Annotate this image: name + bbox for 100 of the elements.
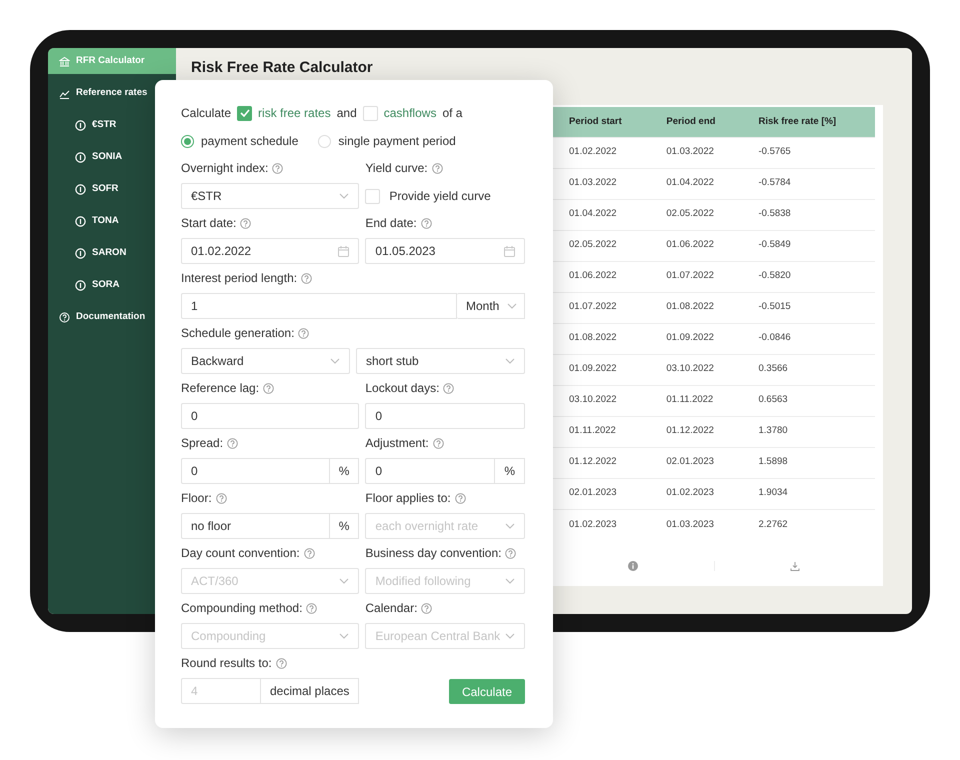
input-field[interactable]: 0 bbox=[181, 403, 360, 429]
sidebar-item[interactable]: SORA bbox=[48, 272, 154, 298]
field-label: Start date: bbox=[181, 215, 236, 232]
table-cell: 0.3566 bbox=[742, 354, 875, 385]
field-label: Schedule generation: bbox=[181, 325, 294, 342]
sidebar-item[interactable]: SARON bbox=[48, 240, 154, 266]
download-icon bbox=[790, 561, 800, 571]
option-label[interactable]: cashflows bbox=[384, 104, 436, 122]
coin-icon bbox=[75, 280, 86, 290]
select-field[interactable]: short stub bbox=[356, 348, 525, 374]
table-cell: -0.5784 bbox=[742, 168, 875, 199]
chevron-icon bbox=[339, 193, 350, 199]
input-field[interactable]: 0 bbox=[365, 458, 496, 484]
chevron-icon bbox=[330, 358, 340, 364]
table-cell: 02.05.2022 bbox=[650, 199, 742, 230]
date-field[interactable]: 01.05.2023 bbox=[365, 238, 525, 264]
unit-select[interactable]: Month bbox=[457, 293, 525, 319]
chevron-icon bbox=[505, 633, 515, 639]
help-icon bbox=[240, 218, 252, 228]
help-icon bbox=[272, 162, 284, 174]
unit-label: decimal places bbox=[261, 678, 360, 704]
input-field[interactable]: 0 bbox=[181, 458, 330, 484]
radio-option[interactable]: payment schedule bbox=[181, 132, 298, 150]
sidebar-item[interactable]: Reference rates bbox=[48, 80, 154, 106]
table-cell: -0.0846 bbox=[742, 323, 875, 354]
help-icon bbox=[432, 438, 444, 448]
checkbox[interactable] bbox=[237, 106, 252, 120]
calendar-icon bbox=[504, 246, 515, 256]
help-icon bbox=[420, 218, 432, 228]
field-label: Calendar: bbox=[365, 600, 418, 617]
intro-text: of a bbox=[442, 105, 462, 122]
chevron-icon bbox=[339, 578, 350, 584]
checkbox-option[interactable]: Provide yield curve bbox=[365, 183, 525, 209]
field-label: Adjustment: bbox=[365, 435, 429, 452]
bank-icon bbox=[59, 56, 70, 66]
table-cell: 01.04.2022 bbox=[650, 168, 742, 199]
table-cell: 01.06.2022 bbox=[650, 230, 742, 261]
sidebar-item[interactable]: Documentation bbox=[48, 304, 154, 330]
help-icon bbox=[216, 492, 227, 504]
coin-icon bbox=[75, 120, 86, 130]
chevron-icon bbox=[505, 523, 515, 529]
table-cell: 01.03.2023 bbox=[650, 509, 742, 540]
date-field[interactable]: 01.02.2022 bbox=[181, 238, 360, 264]
intro-text: Calculate bbox=[181, 105, 232, 122]
help-icon bbox=[227, 438, 238, 448]
sidebar-item[interactable]: SOFR bbox=[48, 176, 154, 202]
field-label: Yield curve: bbox=[365, 160, 428, 177]
table-cell: 01.08.2022 bbox=[650, 292, 742, 323]
column-header: Period start bbox=[553, 107, 650, 137]
column-header: Period end bbox=[650, 107, 742, 137]
chevron-icon bbox=[507, 303, 518, 309]
sidebar-item[interactable]: SONIA bbox=[48, 144, 154, 170]
radio-option[interactable]: single payment period bbox=[318, 132, 456, 150]
help-icon bbox=[59, 312, 70, 322]
chart-line-icon bbox=[59, 88, 70, 98]
help-icon bbox=[301, 272, 312, 284]
column-header: Risk free rate [%] bbox=[742, 107, 875, 137]
unit-label: % bbox=[330, 513, 360, 539]
help-icon bbox=[443, 382, 454, 394]
page-title: Risk Free Rate Calculator bbox=[191, 58, 374, 78]
table-cell: -0.5849 bbox=[742, 230, 875, 261]
table-cell: 1.5898 bbox=[742, 447, 875, 478]
sidebar-item[interactable]: €STR bbox=[48, 112, 154, 138]
help-icon bbox=[276, 658, 287, 668]
option-label[interactable]: risk free rates bbox=[258, 104, 331, 122]
checkmark-icon bbox=[240, 109, 250, 117]
table-cell: -0.5765 bbox=[742, 137, 875, 168]
table-cell: -0.5015 bbox=[742, 292, 875, 323]
help-icon bbox=[432, 162, 443, 174]
select-field[interactable]: €STR bbox=[181, 183, 360, 209]
info-icon bbox=[628, 561, 638, 571]
help-icon bbox=[298, 328, 310, 338]
help-icon bbox=[421, 602, 432, 614]
calendar-icon bbox=[338, 246, 350, 256]
select-field[interactable]: Backward bbox=[181, 348, 350, 374]
field-label: Round results to: bbox=[181, 655, 272, 672]
unit-label: % bbox=[330, 458, 360, 484]
help-icon bbox=[454, 492, 466, 504]
input-field[interactable]: 0 bbox=[365, 403, 525, 429]
unit-label: % bbox=[495, 458, 525, 484]
table-cell: 01.11.2022 bbox=[650, 385, 742, 416]
table-cell: 01.02.2023 bbox=[650, 478, 742, 509]
field-label: Spread: bbox=[181, 435, 224, 452]
table-cell: 01.07.2022 bbox=[650, 261, 742, 292]
table-cell: 1.9034 bbox=[742, 478, 875, 509]
input-field[interactable]: no floor bbox=[181, 513, 330, 539]
field-label: End date: bbox=[365, 215, 417, 232]
field-label: Day count convention: bbox=[181, 545, 300, 562]
sidebar-item[interactable]: TONA bbox=[48, 208, 154, 234]
help-icon bbox=[306, 602, 318, 614]
input-field[interactable]: 1 bbox=[181, 293, 457, 319]
coin-icon bbox=[75, 184, 86, 194]
coin-icon bbox=[75, 216, 86, 226]
help-icon bbox=[263, 382, 274, 394]
chevron-icon bbox=[339, 633, 350, 639]
table-cell: 02.01.2023 bbox=[650, 447, 742, 478]
coin-icon bbox=[75, 152, 86, 162]
radio-button[interactable] bbox=[181, 134, 194, 148]
table-cell: 0.6563 bbox=[742, 385, 875, 416]
table-cell: 01.12.2022 bbox=[650, 416, 742, 447]
